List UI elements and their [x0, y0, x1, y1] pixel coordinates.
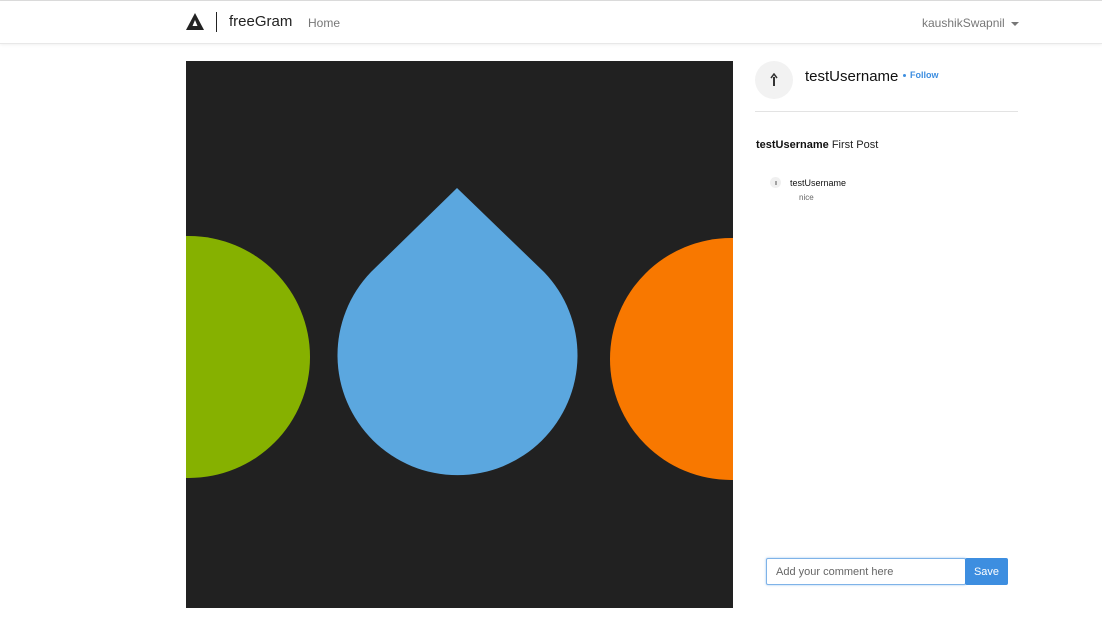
comment-username[interactable]: testUsername	[790, 178, 846, 188]
save-comment-button[interactable]: Save	[965, 558, 1008, 585]
post-image	[186, 61, 733, 608]
nav-home-link[interactable]: Home	[308, 16, 340, 30]
brand-logo-icon[interactable]	[186, 13, 204, 30]
navbar: freeGram Home kaushikSwapnil	[0, 1, 1102, 44]
bullet-dot-icon	[903, 74, 906, 77]
comment-avatar[interactable]	[770, 177, 781, 188]
brand-divider	[216, 12, 217, 32]
brand-name[interactable]: freeGram	[229, 13, 292, 30]
caption-username[interactable]: testUsername	[756, 139, 829, 151]
caret-down-icon	[1010, 21, 1019, 26]
user-menu-label: kaushikSwapnil	[922, 16, 1005, 30]
comment-input[interactable]	[766, 558, 966, 585]
user-menu-dropdown[interactable]: kaushikSwapnil	[922, 16, 1019, 30]
header-divider	[755, 111, 1018, 112]
author-username[interactable]: testUsername	[805, 68, 898, 85]
follow-button[interactable]: Follow	[910, 70, 939, 80]
author-avatar[interactable]	[755, 61, 793, 99]
comment-text: nice	[799, 193, 814, 202]
caption-text: First Post	[831, 139, 879, 151]
post-caption: testUsername First Post	[756, 139, 878, 151]
